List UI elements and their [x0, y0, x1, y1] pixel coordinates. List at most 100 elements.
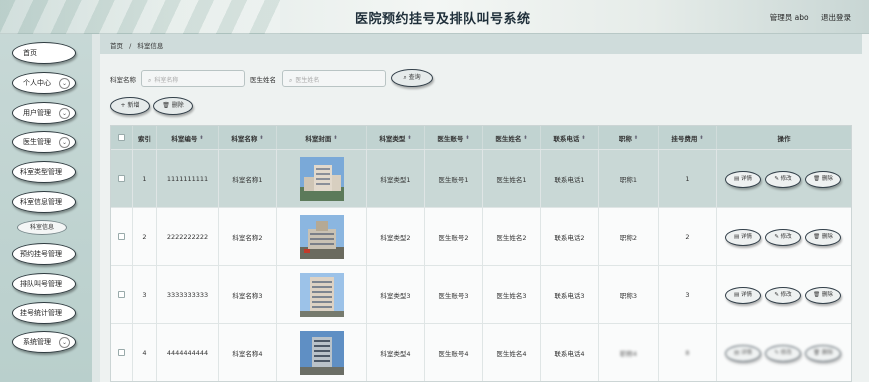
cell-phone: 联系电话1: [541, 150, 599, 207]
trash-icon: 🗑: [813, 234, 822, 240]
query-button[interactable]: ⌕ 查询: [391, 69, 433, 87]
header-title[interactable]: 职称 ⬍: [599, 126, 659, 149]
row-checkbox[interactable]: [111, 324, 133, 381]
trash-icon: 🗑: [162, 102, 172, 109]
header-cover[interactable]: 科室封面 ⬍: [277, 126, 367, 149]
logout-link[interactable]: 退出登录: [821, 13, 851, 22]
delete-button[interactable]: 🗑 删除: [805, 229, 841, 246]
sidebar-item-user-management[interactable]: 用户管理 ⌄: [12, 102, 76, 124]
select-all-checkbox[interactable]: [111, 126, 133, 149]
header-user-area: 管理员 abo 退出登录: [760, 12, 851, 23]
dept-info-table: 索引 科室编号 ⬍ 科室名称 ⬍ 科室封面 ⬍ 科室类型 ⬍ 医生账号 ⬍ 医生姓名 ⬍ 联…: [110, 125, 852, 382]
cell-title: 职称4: [599, 324, 659, 381]
sidebar-item-label: 预约挂号管理: [20, 250, 62, 258]
edit-button[interactable]: ✎ 修改: [765, 345, 801, 362]
header-fee[interactable]: 挂号费用 ⬍: [659, 126, 717, 149]
sidebar-item-dept-info-management[interactable]: 科室信息管理: [12, 191, 76, 213]
cell-name: 科室名称3: [219, 266, 277, 323]
cell-actions: ▤ 详情 ✎ 修改 🗑 删除: [717, 208, 851, 265]
cell-doctor-account: 医生账号3: [425, 266, 483, 323]
header-type[interactable]: 科室类型 ⬍: [367, 126, 425, 149]
cell-type: 科室类型2: [367, 208, 425, 265]
hospital-building-image: [299, 272, 344, 317]
sidebar-item-doctor-management[interactable]: 医生管理 ⌄: [12, 131, 76, 153]
cell-phone: 联系电话2: [541, 208, 599, 265]
batch-delete-button[interactable]: 🗑 删除: [153, 97, 193, 115]
cell-doctor-name: 医生姓名2: [483, 208, 541, 265]
cell-doctor-account: 医生账号2: [425, 208, 483, 265]
chevron-down-icon: ⌄: [59, 337, 70, 348]
sidebar-item-dept-type-management[interactable]: 科室类型管理: [12, 161, 76, 183]
sidebar-item-label: 科室类型管理: [20, 168, 62, 176]
trash-icon: 🗑: [813, 350, 822, 356]
detail-button[interactable]: ▤ 详情: [725, 229, 761, 246]
sidebar-item-label: 排队叫号管理: [20, 280, 62, 288]
search-icon: ⌕: [148, 77, 152, 84]
sidebar-item-label: 医生管理: [23, 138, 51, 146]
sidebar-subitem-dept-info[interactable]: 科室信息: [17, 220, 67, 235]
dept-name-input[interactable]: ⌕ 科室名称: [141, 70, 245, 87]
sidebar: 首页 个人中心 ⌄ 用户管理 ⌄ 医生管理 ⌄ 科室类型管理 科室信息管理 科室…: [0, 34, 92, 382]
cell-code: 1111111111: [157, 150, 219, 207]
sidebar-item-system-management[interactable]: 系统管理 ⌄: [12, 331, 76, 353]
header-code[interactable]: 科室编号 ⬍: [157, 126, 219, 149]
row-checkbox[interactable]: [111, 150, 133, 207]
sidebar-item-registration-stats[interactable]: 挂号统计管理: [12, 302, 76, 324]
cell-index: 1: [133, 150, 157, 207]
detail-button[interactable]: ▤ 详情: [725, 287, 761, 304]
admin-user-label: 管理员 abo: [769, 13, 809, 22]
table-row: 4 4444444444 科室名称4 科室类型4 医生账号4 医生姓名4 联系电…: [111, 324, 851, 381]
cell-name: 科室名称4: [219, 324, 277, 381]
cell-cover: [277, 324, 367, 381]
header-index: 索引: [133, 126, 157, 149]
cell-fee: 1: [659, 150, 717, 207]
search-icon: ⌕: [289, 77, 293, 84]
chevron-down-icon: ⌄: [59, 78, 70, 89]
detail-icon: ▤: [734, 350, 741, 356]
cell-actions: ▤ 详情 ✎ 修改 🗑 删除: [717, 324, 851, 381]
cell-code: 2222222222: [157, 208, 219, 265]
sort-icon: ⬍: [633, 134, 639, 141]
delete-button[interactable]: 🗑 删除: [805, 345, 841, 362]
header-phone[interactable]: 联系电话 ⬍: [541, 126, 599, 149]
cell-fee: 8: [659, 324, 717, 381]
delete-button[interactable]: 🗑 删除: [805, 287, 841, 304]
edit-button[interactable]: ✎ 修改: [765, 229, 801, 246]
sidebar-item-label: 个人中心: [23, 79, 51, 87]
row-checkbox[interactable]: [111, 208, 133, 265]
cell-name: 科室名称1: [219, 150, 277, 207]
detail-button[interactable]: ▤ 详情: [725, 171, 761, 188]
delete-button[interactable]: 🗑 删除: [805, 171, 841, 188]
sidebar-item-appointment-management[interactable]: 预约挂号管理: [12, 243, 76, 265]
cell-fee: 2: [659, 208, 717, 265]
header-doctor-name[interactable]: 医生姓名 ⬍: [483, 126, 541, 149]
cell-doctor-name: 医生姓名3: [483, 266, 541, 323]
hospital-building-image: [299, 214, 344, 259]
cell-fee: 3: [659, 266, 717, 323]
hospital-building-image: [299, 156, 344, 201]
sort-icon: ⬍: [465, 134, 470, 141]
header-name[interactable]: 科室名称 ⬍: [219, 126, 277, 149]
sidebar-item-personal-center[interactable]: 个人中心 ⌄: [12, 72, 76, 94]
sidebar-item-home[interactable]: 首页: [12, 42, 76, 64]
cell-index: 4: [133, 324, 157, 381]
breadcrumb-separator: /: [129, 42, 132, 50]
trash-icon: 🗑: [813, 292, 822, 298]
cell-type: 科室类型4: [367, 324, 425, 381]
cell-doctor-account: 医生账号1: [425, 150, 483, 207]
add-button[interactable]: + 新增: [110, 97, 150, 115]
doctor-name-input[interactable]: ⌕ 医生姓名: [282, 70, 386, 87]
dept-name-label: 科室名称: [110, 76, 136, 84]
cell-phone: 联系电话4: [541, 324, 599, 381]
cell-cover: [277, 150, 367, 207]
row-checkbox[interactable]: [111, 266, 133, 323]
edit-button[interactable]: ✎ 修改: [765, 287, 801, 304]
header-doctor-account[interactable]: 医生账号 ⬍: [425, 126, 483, 149]
detail-button[interactable]: ▤ 详情: [725, 345, 761, 362]
edit-button[interactable]: ✎ 修改: [765, 171, 801, 188]
breadcrumb-home[interactable]: 首页: [110, 42, 123, 50]
sidebar-item-queue-management[interactable]: 排队叫号管理: [12, 273, 76, 295]
table-row: 1 1111111111 科室名称1 科室类型1 医生账号1 医生姓名1 联系电…: [111, 150, 851, 208]
detail-icon: ▤: [734, 292, 741, 298]
chevron-down-icon: ⌄: [59, 108, 70, 119]
